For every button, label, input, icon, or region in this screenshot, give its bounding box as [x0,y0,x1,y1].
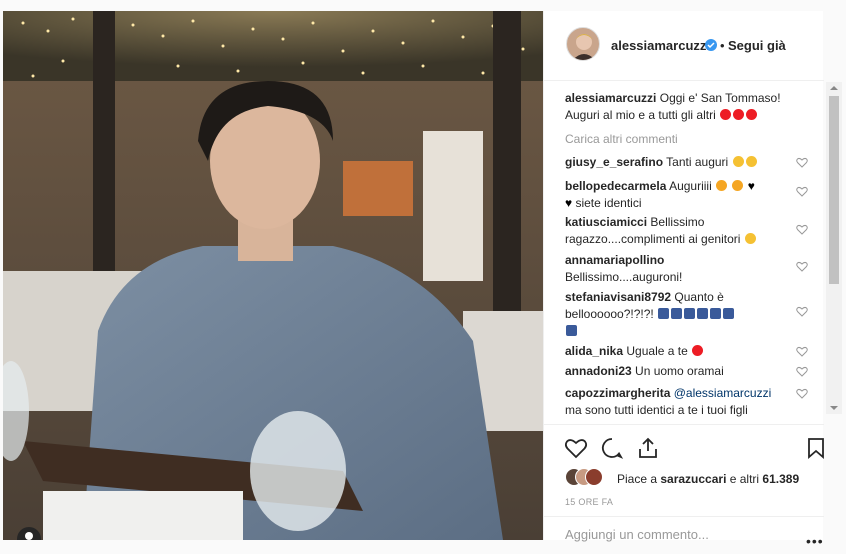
likes-prefix: Piace a [617,472,661,486]
heart-icon[interactable] [564,436,588,460]
post-header: alessiamarcuzzi • Segui già [544,11,824,81]
emoji-icon [684,308,696,319]
smile-emoji-icon [732,156,744,167]
scroll-thumb[interactable] [829,96,839,284]
comment-text: ma sono tutti identici a te i tuoi figli [565,403,748,417]
comment-mention[interactable]: @alessiamarcuzzi [674,386,772,400]
comment-username[interactable]: bellopedecarmela [565,179,666,193]
avatar[interactable] [566,27,600,61]
like-comment-heart-icon[interactable] [796,366,808,377]
list-item: stefaniavisani8792 Quanto è belloooooo?!… [565,289,790,340]
list-item: alida_nika Uguale a te [565,343,704,360]
verified-icon [705,39,717,51]
author-username[interactable]: alessiamarcuzzi [611,38,710,53]
like-comment-heart-icon[interactable] [796,346,808,357]
heart-emoji-icon [733,109,745,120]
post-photo[interactable] [3,11,543,540]
comment-text: Auguriiii [669,179,712,193]
kiss-emoji-icon [732,180,744,191]
like-comment-heart-icon[interactable] [796,224,808,235]
comment-text: Tanti auguri [666,155,729,169]
comment-text: Un uomo oramai [635,364,724,378]
comment-text: siete identici [575,196,642,210]
comment-text: Bellissimo [650,215,705,229]
comment-username[interactable]: annadoni23 [565,364,632,378]
likers-avatars[interactable] [565,468,613,488]
like-comment-heart-icon[interactable] [796,388,808,399]
comment-text: ragazzo....complimenti ai genitori [565,232,741,246]
scroll-up-icon[interactable] [826,82,842,94]
comment-username[interactable]: capozzimargherita [565,386,670,400]
comment-text: Uguale a te [626,344,688,358]
avatar [585,468,603,486]
follow-button[interactable]: Segui già [728,38,786,53]
add-comment-bar: ••• [544,516,824,554]
comment-username[interactable]: alida_nika [565,344,623,358]
likes-summary[interactable]: Piace a sarazuccari e altri 61.389 [617,472,799,486]
emoji-icon [723,308,735,319]
likes-count[interactable]: 61.389 [762,472,799,486]
list-item: katiusciamicci Bellissimo ragazzo....com… [565,214,790,248]
scroll-down-icon[interactable] [826,402,842,414]
heart-emoji-icon [746,109,758,120]
emoji-icon [658,308,670,319]
list-item: capozzimargherita @alessiamarcuzzi ma so… [565,385,795,419]
emoji-icon [566,325,577,336]
emoji-icon [710,308,722,319]
emoji-icon [697,308,709,319]
separator-dot: • [720,38,725,53]
comment-username[interactable]: stefaniavisani8792 [565,290,671,304]
list-item: giusy_e_serafino Tanti auguri [565,154,758,171]
kiss-emoji-icon [716,180,728,191]
comments-list[interactable]: alessiamarcuzzi Oggi e' San Tommaso! Aug… [544,82,830,424]
comment-text: Quanto è [674,290,724,304]
comments-scrollbar[interactable] [826,82,842,414]
caption: alessiamarcuzzi Oggi e' San Tommaso! Aug… [565,90,795,124]
more-options-button[interactable]: ••• [806,533,824,549]
list-item: annadoni23 Un uomo oramai [565,363,724,380]
like-comment-heart-icon[interactable] [796,157,808,168]
post-timestamp[interactable]: 15 ORE FA [565,497,613,507]
comment-username[interactable]: annamariapollino [565,253,664,267]
user-icon[interactable] [17,527,41,540]
heart-emoji-icon [720,109,732,120]
smile-emoji-icon [744,233,756,244]
photo-image [3,11,543,540]
post-actions: Piace a sarazuccari e altri 61.389 15 OR… [544,424,824,549]
instagram-post-window: alessiamarcuzzi • Segui già alessiamarcu… [0,0,846,549]
liker-username[interactable]: sarazuccari [660,472,726,486]
like-comment-heart-icon[interactable] [796,306,808,317]
emoji-icon [671,308,683,319]
bookmark-icon[interactable] [804,436,828,460]
load-more-comments-button[interactable]: Carica altri commenti [565,132,678,146]
comment-username[interactable]: giusy_e_serafino [565,155,663,169]
post-side-panel: alessiamarcuzzi • Segui già alessiamarcu… [543,11,824,549]
caption-username[interactable]: alessiamarcuzzi [565,91,656,105]
like-comment-heart-icon[interactable] [796,261,808,272]
comment-icon[interactable] [600,436,624,460]
share-icon[interactable] [636,436,660,460]
comment-text: belloooooo?!?!?! [565,307,654,321]
like-comment-heart-icon[interactable] [796,186,808,197]
comment-text: Bellissimo....auguroni! [565,270,683,284]
list-item: annamariapollino Bellissimo....auguroni! [565,252,790,286]
likes-suffix: e altri [726,472,763,486]
list-item: bellopedecarmela Auguriiii ♥ ♥ siete ide… [565,179,755,210]
heart-emoji-icon [692,345,704,356]
comment-username[interactable]: katiusciamicci [565,215,647,229]
smile-emoji-icon [745,156,757,167]
